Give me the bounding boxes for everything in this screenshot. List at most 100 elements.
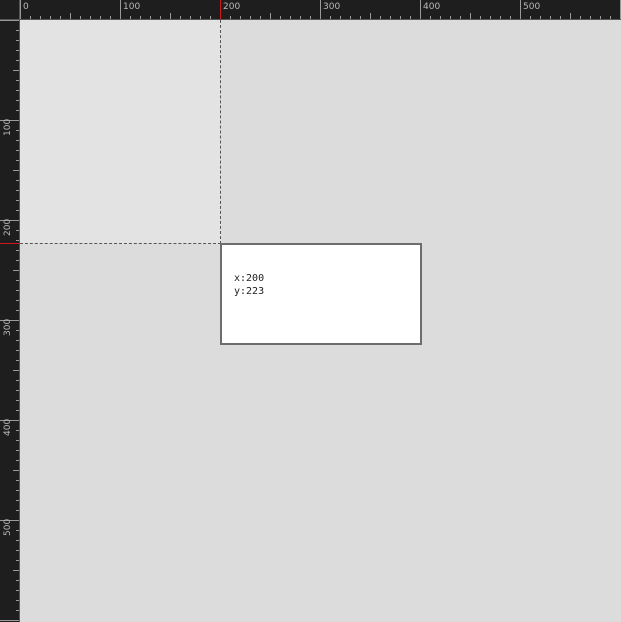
ruler-tick — [16, 50, 19, 51]
ruler-tick — [0, 20, 19, 21]
ruler-label: 400 — [423, 2, 441, 12]
ruler-tick — [190, 16, 191, 19]
ruler-tick — [270, 13, 271, 19]
ruler-label: 400 — [3, 418, 13, 436]
ruler-tick — [610, 16, 611, 19]
ruler-tick — [310, 16, 311, 19]
ruler-tick — [490, 16, 491, 19]
ruler-tick — [13, 570, 19, 571]
ruler-tick — [460, 16, 461, 19]
ruler-tick — [410, 16, 411, 19]
ruler-tick — [16, 330, 19, 331]
ruler-tick — [16, 350, 19, 351]
ruler-position-marker — [0, 243, 19, 244]
ruler-tick — [16, 230, 19, 231]
ruler-tick — [16, 540, 19, 541]
ruler-tick — [16, 310, 19, 311]
ruler-tick — [16, 250, 19, 251]
ruler-tick — [40, 16, 41, 19]
ruler-tick — [16, 450, 19, 451]
ruler-tick — [16, 260, 19, 261]
ruler-tick — [16, 500, 19, 501]
ruler-tick — [16, 340, 19, 341]
ruler-tick — [20, 0, 21, 19]
ruler-tick — [540, 16, 541, 19]
ruler-tick — [530, 16, 531, 19]
ruler-label: 300 — [3, 318, 13, 336]
ruler-tick — [230, 16, 231, 19]
ruler-tick — [260, 16, 261, 19]
ruler-tick — [16, 110, 19, 111]
horizontal-ruler[interactable]: 0 100 200 300 400 500 — [0, 0, 621, 20]
ruler-tick — [16, 200, 19, 201]
ruler-tick — [16, 90, 19, 91]
ruler-tick — [60, 16, 61, 19]
ruler-tick — [16, 560, 19, 561]
ruler-tick — [30, 16, 31, 19]
ruler-tick — [16, 580, 19, 581]
ruler-tick — [110, 16, 111, 19]
ruler-tick — [16, 240, 19, 241]
ruler-tick — [16, 40, 19, 41]
ruler-tick — [450, 16, 451, 19]
ruler-tick — [13, 70, 19, 71]
ruler-tick — [580, 16, 581, 19]
ruler-tick — [440, 16, 441, 19]
ruler-tick — [16, 100, 19, 101]
ruler-label: 200 — [3, 218, 13, 236]
ruler-tick — [16, 30, 19, 31]
ruler-tick — [500, 16, 501, 19]
ruler-label: 0 — [23, 2, 29, 12]
ruler-corner — [0, 0, 20, 20]
ruler-tick — [16, 430, 19, 431]
ruler-tick — [280, 16, 281, 19]
ruler-tick — [16, 440, 19, 441]
ruler-tick — [16, 80, 19, 81]
ruler-label: 200 — [223, 2, 241, 12]
vertical-ruler[interactable]: 100 200 300 400 500 — [0, 20, 20, 622]
ruler-tick — [470, 13, 471, 19]
ruler-tick — [330, 16, 331, 19]
ruler-tick — [16, 180, 19, 181]
ruler-position-marker — [220, 0, 221, 19]
ruler-tick — [16, 390, 19, 391]
x-coordinate: x:200 — [234, 273, 265, 284]
ruler-tick — [120, 0, 121, 19]
ruler-tick — [290, 16, 291, 19]
ruler-tick — [340, 16, 341, 19]
ruler-tick — [13, 170, 19, 171]
ruler-tick — [13, 270, 19, 271]
ruler-tick — [16, 380, 19, 381]
ruler-tick — [16, 410, 19, 411]
ruler-tick — [150, 16, 151, 19]
coordinate-readout-box: x:200 y:223 — [220, 243, 422, 345]
ruler-tick — [160, 16, 161, 19]
ruler-tick — [16, 290, 19, 291]
ruler-tick — [16, 590, 19, 591]
ruler-tick — [80, 16, 81, 19]
ruler-tick — [370, 13, 371, 19]
ruler-tick — [600, 16, 601, 19]
ruler-tick — [240, 16, 241, 19]
ruler-tick — [16, 530, 19, 531]
ruler-tick — [350, 16, 351, 19]
ruler-label: 500 — [3, 518, 13, 536]
coordinate-readout: x:200 y:223 — [234, 272, 264, 298]
ruler-tick — [90, 16, 91, 19]
ruler-tick — [16, 160, 19, 161]
ruler-tick — [16, 480, 19, 481]
ruler-tick — [200, 16, 201, 19]
y-coordinate: y:223 — [234, 286, 265, 297]
ruler-tick — [550, 16, 551, 19]
ruler-tick — [390, 16, 391, 19]
ruler-tick — [16, 60, 19, 61]
ruler-tick — [16, 600, 19, 601]
ruler-tick — [16, 510, 19, 511]
selection-area[interactable] — [20, 20, 221, 244]
ruler-tick — [16, 280, 19, 281]
ruler-tick — [300, 16, 301, 19]
ruler-tick — [16, 210, 19, 211]
ruler-tick — [140, 16, 141, 19]
ruler-label: 300 — [323, 2, 341, 12]
ruler-tick — [360, 16, 361, 19]
